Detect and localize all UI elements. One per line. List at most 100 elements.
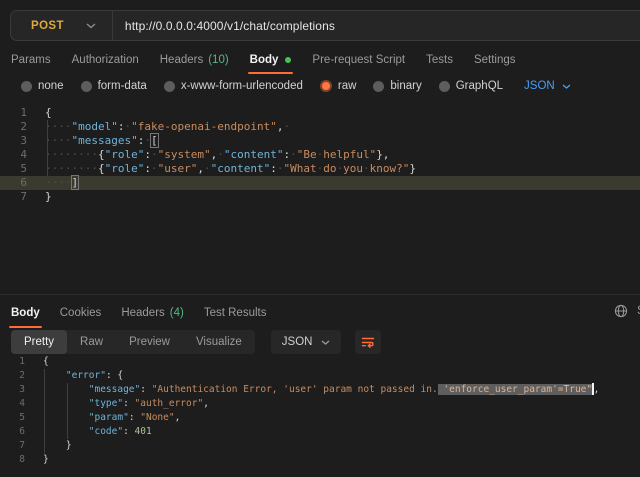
code-line[interactable]: 6····] <box>0 176 640 190</box>
code-line[interactable]: 8} <box>0 453 640 467</box>
line-number: 6 <box>0 176 27 190</box>
code-token: "user" <box>158 162 198 175</box>
code-token: "Be <box>297 148 317 161</box>
code-text: } <box>43 453 49 467</box>
code-line[interactable]: 7 } <box>0 439 640 453</box>
code-token: "role" <box>105 148 145 161</box>
view-raw[interactable]: Raw <box>67 330 116 354</box>
view-pretty[interactable]: Pretty <box>11 330 67 354</box>
code-text: "error": { <box>43 369 123 383</box>
body-type-graphql[interactable]: GraphQL <box>439 80 503 92</box>
code-token <box>43 426 89 437</box>
response-section-divider <box>0 294 640 295</box>
code-line[interactable]: 5 "param": "None", <box>0 411 640 425</box>
body-type-none[interactable]: none <box>21 80 64 92</box>
code-token <box>43 398 89 409</box>
line-number: 2 <box>0 120 27 134</box>
response-tab-cookies[interactable]: Cookies <box>60 303 102 324</box>
code-token: "None" <box>140 412 174 423</box>
view-visualize[interactable]: Visualize <box>183 330 255 354</box>
body-type-bar: none form-data x-www-form-urlencoded raw… <box>21 76 571 96</box>
raw-format-dropdown[interactable]: JSON <box>524 80 571 92</box>
code-text: } <box>45 190 52 204</box>
code-token: "type" <box>89 398 123 409</box>
code-line[interactable]: 3····"messages":·[ <box>0 134 640 148</box>
code-token: : <box>140 384 151 395</box>
response-tab-test-results[interactable]: Test Results <box>204 303 267 324</box>
response-headers-count-badge: (4) <box>170 307 184 319</box>
tab-params[interactable]: Params <box>11 49 51 70</box>
code-text: "message": "Authentication Error, 'user'… <box>43 383 599 397</box>
body-type-x-www-form-urlencoded[interactable]: x-www-form-urlencoded <box>164 80 303 92</box>
tab-settings[interactable]: Settings <box>474 49 516 70</box>
code-line[interactable]: 4 ········{"role":·"system",·"content":·"… <box>0 148 640 162</box>
code-line[interactable]: 6 "code": 401 <box>0 425 640 439</box>
tab-tests[interactable]: Tests <box>426 49 453 70</box>
code-text: } <box>43 439 72 453</box>
globe-icon[interactable] <box>614 304 628 318</box>
code-token: : <box>270 162 277 175</box>
code-line[interactable]: 4 "type": "auth_error", <box>0 397 640 411</box>
request-editor[interactable]: 1{2 ····"model":·"fake-openai-endpoint",·… <box>0 106 640 296</box>
code-token: helpful" <box>323 148 376 161</box>
code-token: "content" <box>211 162 271 175</box>
code-line[interactable]: 1{ <box>0 355 640 369</box>
code-line[interactable]: 1{ <box>0 106 640 120</box>
response-format-dropdown[interactable]: JSON <box>271 330 342 354</box>
code-token: } <box>66 440 72 451</box>
line-number: 7 <box>0 439 25 453</box>
body-type-form-data[interactable]: form-data <box>81 80 147 92</box>
code-token: ···· <box>45 134 72 147</box>
code-token <box>43 370 66 381</box>
code-token: } <box>43 454 49 465</box>
request-url-bar: POST http://0.0.0.0:4000/v1/chat/complet… <box>10 10 640 41</box>
code-line[interactable]: 7} <box>0 190 640 204</box>
response-tab-body[interactable]: Body <box>11 303 40 324</box>
code-token: , <box>197 162 204 175</box>
body-type-binary[interactable]: binary <box>373 80 421 92</box>
line-number: 4 <box>0 148 27 162</box>
wrap-lines-button[interactable] <box>355 330 381 354</box>
code-text: "type": "auth_error", <box>43 397 209 411</box>
code-line[interactable]: 5········{"role":·"user",·"content":·"Wh… <box>0 162 640 176</box>
url-input[interactable]: http://0.0.0.0:4000/v1/chat/completions <box>125 19 335 33</box>
line-number: 5 <box>0 411 25 425</box>
code-token: "role" <box>105 162 145 175</box>
code-token: } <box>409 162 416 175</box>
tab-body[interactable]: Body <box>250 49 292 70</box>
tab-pre-request-script[interactable]: Pre-request Script <box>312 49 405 70</box>
view-preview[interactable]: Preview <box>116 330 183 354</box>
code-token: : <box>144 162 151 175</box>
code-token: , <box>594 384 600 395</box>
line-number: 5 <box>0 162 27 176</box>
code-token: "What <box>283 162 316 175</box>
response-tab-headers[interactable]: Headers (4) <box>121 303 184 324</box>
code-text: ····"model":·"fake-openai-endpoint",· <box>45 120 290 134</box>
response-editor[interactable]: 1{2 "error": {3 "message": "Authenticati… <box>0 355 640 473</box>
code-token: , <box>175 412 181 423</box>
headers-count-badge: (10) <box>208 54 228 66</box>
radio-icon <box>21 81 32 92</box>
code-line[interactable]: 2 "error": { <box>0 369 640 383</box>
code-token: : <box>129 412 140 423</box>
code-token <box>43 440 66 451</box>
line-number: 2 <box>0 369 25 383</box>
method-dropdown[interactable]: POST <box>11 11 96 40</box>
code-text: { <box>43 355 49 369</box>
code-token: · <box>283 120 290 133</box>
code-token: : { <box>106 370 123 381</box>
code-text: { <box>45 106 52 120</box>
code-token: ···· <box>45 120 72 133</box>
radio-selected-icon <box>320 80 332 92</box>
code-token: : <box>123 426 134 437</box>
code-token: "Authentication Error, 'user' param not … <box>152 384 438 395</box>
code-line[interactable]: 2 ····"model":·"fake-openai-endpoint",· <box>0 120 640 134</box>
code-text: ········{"role":·"system",·"content":·"B… <box>45 148 389 162</box>
body-type-raw[interactable]: raw <box>320 80 357 92</box>
tab-authorization[interactable]: Authorization <box>72 49 139 70</box>
line-number: 1 <box>0 355 25 369</box>
code-token: know?" <box>370 162 410 175</box>
tab-headers[interactable]: Headers (10) <box>160 49 229 70</box>
response-tabs: Body Cookies Headers (4) Test Results <box>11 303 266 323</box>
code-line[interactable]: 3 "message": "Authentication Error, 'use… <box>0 383 640 397</box>
